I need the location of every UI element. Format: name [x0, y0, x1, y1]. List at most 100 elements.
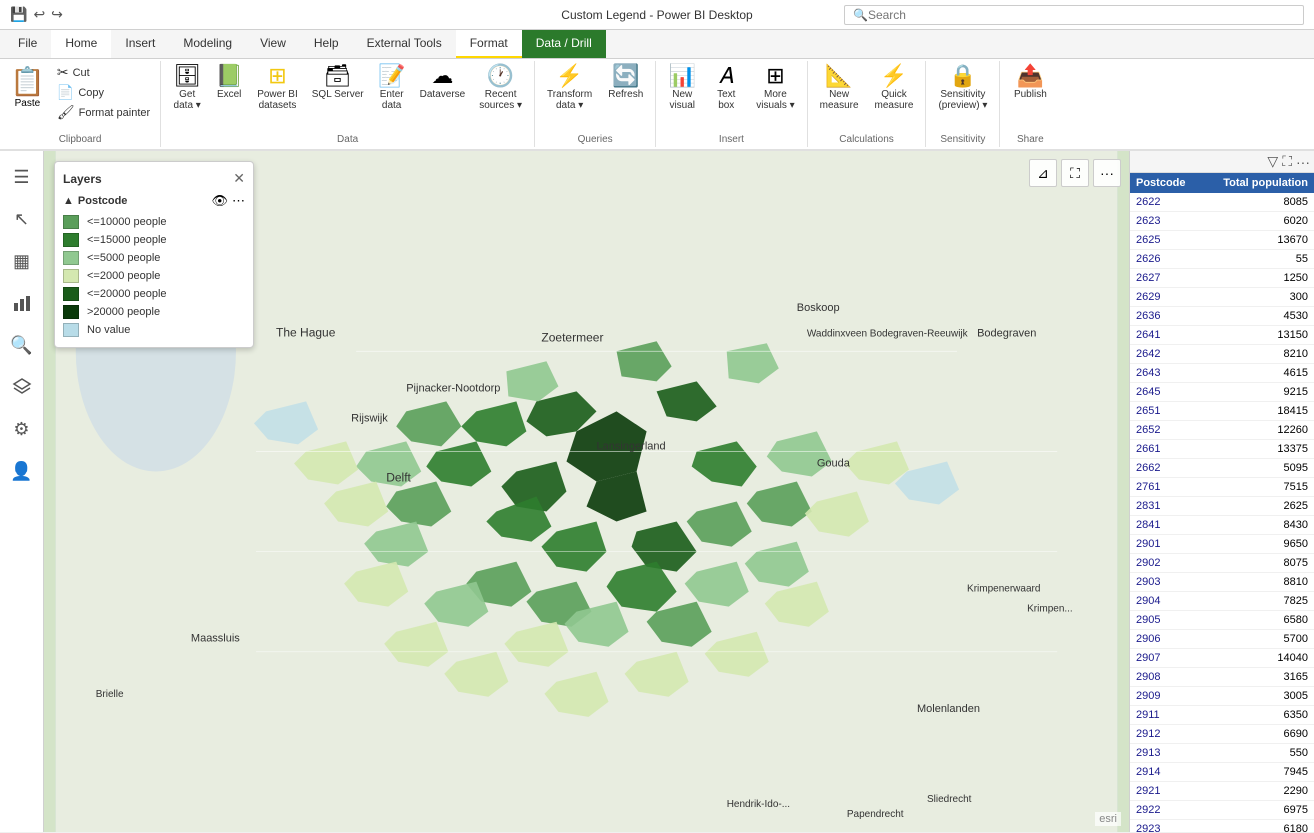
tab-view[interactable]: View	[246, 30, 300, 58]
legend-more-icon[interactable]: ⋯	[232, 193, 245, 209]
table-row[interactable]: 2626 55	[1130, 250, 1314, 269]
table-row[interactable]: 2652 12260	[1130, 421, 1314, 440]
table-row[interactable]: 2923 6180	[1130, 820, 1314, 832]
table-row[interactable]: 2661 13375	[1130, 440, 1314, 459]
cut-button[interactable]: ✂ Cut	[53, 63, 94, 82]
table-row[interactable]: 2651 18415	[1130, 402, 1314, 421]
table-row[interactable]: 2625 13670	[1130, 231, 1314, 250]
save-icon[interactable]: 💾	[10, 6, 27, 23]
legend-eye-icon[interactable]: 👁	[211, 193, 228, 209]
table-more-icon[interactable]: ···	[1296, 154, 1310, 170]
table-row[interactable]: 2911 6350	[1130, 706, 1314, 725]
legend-item: <=15000 people	[63, 231, 245, 249]
cell-postcode: 2906	[1130, 630, 1190, 648]
redo-icon[interactable]: ↪	[51, 6, 63, 23]
table-row[interactable]: 2761 7515	[1130, 478, 1314, 497]
sidebar-icon-table[interactable]: ▦	[4, 243, 40, 279]
table-scroll[interactable]: 2622 8085 2623 6020 2625 13670 2626 55 2…	[1130, 193, 1314, 832]
cell-population: 3005	[1190, 687, 1314, 705]
paste-button[interactable]: 📋 Paste	[6, 63, 49, 111]
table-row[interactable]: 2909 3005	[1130, 687, 1314, 706]
table-row[interactable]: 2623 6020	[1130, 212, 1314, 231]
new-visual-button[interactable]: 📊 Newvisual	[662, 63, 702, 113]
cell-population: 14040	[1190, 649, 1314, 667]
table-row[interactable]: 2908 3165	[1130, 668, 1314, 687]
text-box-button[interactable]: 𝐴 Textbox	[706, 63, 746, 113]
powerbi-datasets-button[interactable]: ⊞ Power BIdatasets	[251, 63, 304, 113]
table-row[interactable]: 2629 300	[1130, 288, 1314, 307]
tab-modeling[interactable]: Modeling	[169, 30, 246, 58]
tab-insert[interactable]: Insert	[111, 30, 169, 58]
copy-label: Copy	[78, 87, 104, 99]
more-visuals-button[interactable]: ⊞ Morevisuals ▾	[750, 63, 800, 113]
new-measure-button[interactable]: 📐 Newmeasure	[814, 63, 865, 113]
table-row[interactable]: 2905 6580	[1130, 611, 1314, 630]
tab-format[interactable]: Format	[456, 30, 522, 58]
cell-postcode: 2627	[1130, 269, 1190, 287]
dataverse-button[interactable]: ☁ Dataverse	[414, 63, 472, 102]
table-row[interactable]: 2913 550	[1130, 744, 1314, 763]
excel-button[interactable]: 📗 Excel	[209, 63, 249, 102]
table-row[interactable]: 2903 8810	[1130, 573, 1314, 592]
sensitivity-button[interactable]: 🔒 Sensitivity(preview) ▾	[932, 63, 993, 113]
table-row[interactable]: 2921 2290	[1130, 782, 1314, 801]
more-options-button[interactable]: ···	[1093, 159, 1121, 187]
transform-data-button[interactable]: ⚡ Transformdata ▾	[541, 63, 598, 113]
sidebar-icon-settings[interactable]: ⚙	[4, 411, 40, 447]
map-container[interactable]: The Hague Zoetermeer Rijswijk Delft Pijn…	[44, 151, 1129, 832]
table-row[interactable]: 2636 4530	[1130, 307, 1314, 326]
table-row[interactable]: 2831 2625	[1130, 497, 1314, 516]
format-painter-button[interactable]: 🖌 Format painter	[53, 103, 154, 122]
table-row[interactable]: 2906 5700	[1130, 630, 1314, 649]
sidebar-icon-cursor[interactable]: ↖	[4, 201, 40, 237]
tab-help[interactable]: Help	[300, 30, 353, 58]
get-data-button[interactable]: 🗄 Getdata ▾	[167, 63, 207, 113]
legend-panel: Layers ✕ ▲ Postcode 👁 ⋯ <=10000 people <…	[54, 161, 254, 348]
cell-population: 6690	[1190, 725, 1314, 743]
table-row[interactable]: 2912 6690	[1130, 725, 1314, 744]
collapse-icon[interactable]: ▲	[63, 195, 74, 207]
table-row[interactable]: 2902 8075	[1130, 554, 1314, 573]
table-row[interactable]: 2907 14040	[1130, 649, 1314, 668]
table-row[interactable]: 2914 7945	[1130, 763, 1314, 782]
tab-external-tools[interactable]: External Tools	[353, 30, 456, 58]
sidebar-icon-search[interactable]: 🔍	[4, 327, 40, 363]
table-row[interactable]: 2643 4615	[1130, 364, 1314, 383]
table-row[interactable]: 2922 6975	[1130, 801, 1314, 820]
tab-drill[interactable]: Data / Drill	[522, 30, 606, 58]
cell-population: 13150	[1190, 326, 1314, 344]
sql-server-button[interactable]: 🗃 SQL Server	[306, 63, 370, 102]
table-row[interactable]: 2622 8085	[1130, 193, 1314, 212]
legend-close-button[interactable]: ✕	[233, 170, 245, 187]
table-row[interactable]: 2904 7825	[1130, 592, 1314, 611]
refresh-button[interactable]: 🔄 Refresh	[602, 63, 649, 102]
new-measure-label: Newmeasure	[820, 89, 859, 111]
fullscreen-button[interactable]: ⛶	[1061, 159, 1089, 187]
sidebar-icon-layers[interactable]	[4, 369, 40, 405]
filter-button[interactable]: ⊿	[1029, 159, 1057, 187]
recent-sources-button[interactable]: 🕐 Recentsources ▾	[473, 63, 528, 113]
table-expand-icon[interactable]: ⛶	[1282, 153, 1292, 170]
table-row[interactable]: 2901 9650	[1130, 535, 1314, 554]
search-input[interactable]	[868, 8, 1295, 22]
table-row[interactable]: 2645 9215	[1130, 383, 1314, 402]
sidebar-icon-hamburger[interactable]: ☰	[4, 159, 40, 195]
text-box-label: Textbox	[717, 89, 735, 111]
sidebar-icon-user[interactable]: 👤	[4, 453, 40, 489]
tab-home[interactable]: Home	[51, 30, 111, 58]
table-filter-icon[interactable]: ▽	[1267, 153, 1278, 170]
copy-button[interactable]: 📄 Copy	[53, 83, 108, 102]
table-row[interactable]: 2642 8210	[1130, 345, 1314, 364]
search-bar[interactable]: 🔍	[844, 5, 1304, 25]
sidebar-icon-chart[interactable]	[4, 285, 40, 321]
table-row[interactable]: 2641 13150	[1130, 326, 1314, 345]
enter-data-button[interactable]: 📝 Enterdata	[372, 63, 412, 113]
cell-postcode: 2623	[1130, 212, 1190, 230]
table-row[interactable]: 2662 5095	[1130, 459, 1314, 478]
publish-button[interactable]: 📤 Publish	[1008, 63, 1053, 102]
quick-measure-button[interactable]: ⚡ Quickmeasure	[869, 63, 920, 113]
undo-icon[interactable]: ↩	[33, 6, 45, 23]
table-row[interactable]: 2627 1250	[1130, 269, 1314, 288]
table-row[interactable]: 2841 8430	[1130, 516, 1314, 535]
tab-file[interactable]: File	[4, 30, 51, 58]
